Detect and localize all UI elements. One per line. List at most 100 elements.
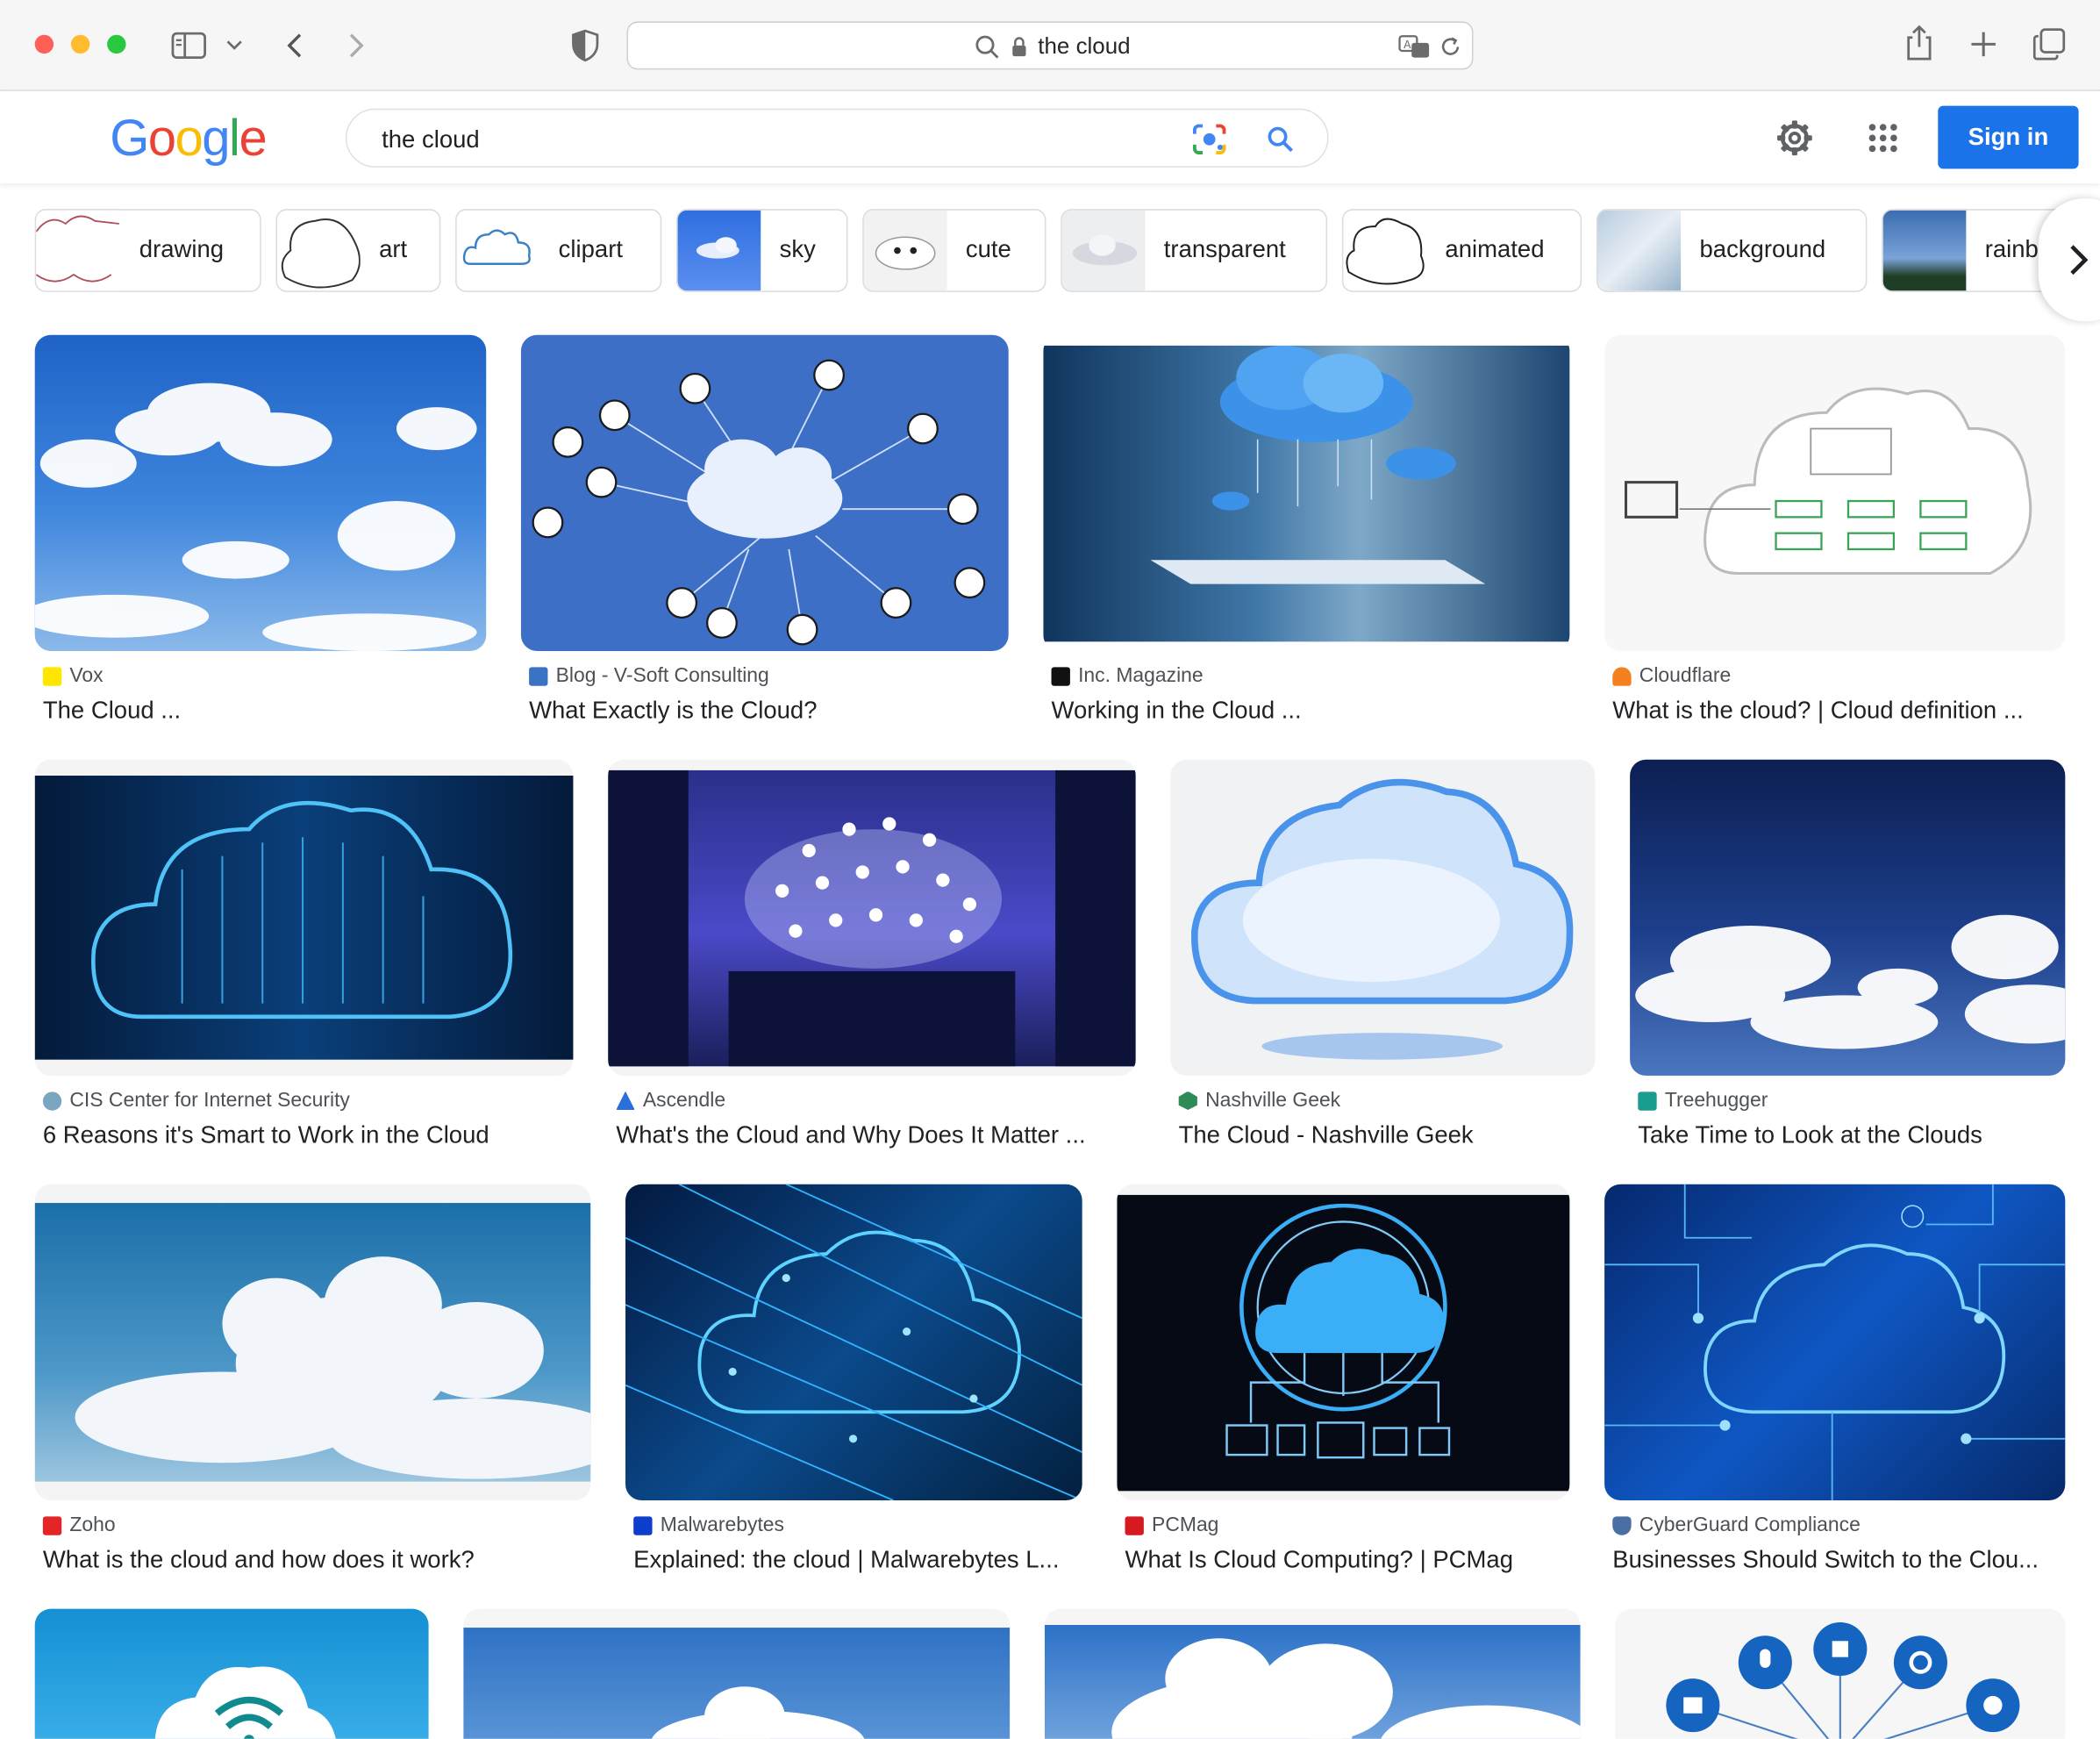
logo-letter: l <box>229 111 240 168</box>
new-tab-icon[interactable] <box>1966 27 2001 62</box>
search-icon[interactable] <box>1263 122 1298 157</box>
lens-icon[interactable] <box>1190 122 1228 157</box>
reload-icon[interactable] <box>1437 33 1464 61</box>
search-input[interactable] <box>382 123 1159 156</box>
settings-gear-icon[interactable] <box>1773 117 1816 160</box>
result-title[interactable]: The Cloud - Nashville Geek <box>1179 1121 1596 1149</box>
chip-label: sky <box>779 235 816 263</box>
logo-letter: o <box>147 111 176 168</box>
browser-toolbar: the cloud A <box>0 0 2100 91</box>
result-image[interactable] <box>1604 1184 2066 1501</box>
svg-text:A: A <box>1404 39 1411 51</box>
result-title[interactable]: What is the cloud and how does it work? <box>43 1546 592 1574</box>
chip-background[interactable]: background <box>1596 209 1868 292</box>
chip-thumbnail <box>1061 210 1146 291</box>
source-favicon <box>633 1515 653 1535</box>
apps-grid-icon[interactable] <box>1864 119 1902 157</box>
result-source: PCMag <box>1125 1514 1219 1537</box>
result-image[interactable] <box>34 334 487 652</box>
source-favicon <box>1612 1515 1632 1535</box>
source-name: Nashville Geek <box>1205 1089 1341 1113</box>
google-logo[interactable]: Google <box>110 111 268 169</box>
result-title[interactable]: The Cloud ... <box>43 697 485 725</box>
sidebar-icon[interactable] <box>168 27 209 65</box>
result-image[interactable] <box>34 759 574 1077</box>
translate-icon[interactable]: A <box>1396 33 1432 61</box>
tab-overview-icon[interactable] <box>2031 25 2068 63</box>
source-name: Vox <box>69 664 104 688</box>
result-title[interactable]: What Exactly is the Cloud? <box>529 697 1004 725</box>
result-image[interactable] <box>1630 759 2066 1077</box>
chip-clipart[interactable]: clipart <box>455 209 662 292</box>
search-icon <box>974 33 1001 61</box>
result-source: Nashville Geek <box>1178 1089 1341 1113</box>
result-image[interactable] <box>1043 334 1570 652</box>
source-favicon <box>616 1091 635 1110</box>
chip-label: clipart <box>558 235 623 263</box>
result-source: Malwarebytes <box>633 1514 784 1536</box>
source-name: PCMag <box>1152 1514 1219 1537</box>
result-image[interactable] <box>1044 1608 1581 1739</box>
source-name: CIS Center for Internet Security <box>69 1089 350 1113</box>
source-favicon <box>529 666 548 685</box>
result-image[interactable] <box>1170 759 1596 1077</box>
chevron-down-icon[interactable] <box>222 32 246 60</box>
source-name: CyberGuard Compliance <box>1639 1514 1861 1537</box>
result-image[interactable] <box>520 334 1009 652</box>
chip-thumbnail <box>36 210 119 291</box>
result-image[interactable] <box>1615 1608 2066 1739</box>
chip-label: art <box>379 235 408 263</box>
result-source: Ascendle <box>616 1089 725 1112</box>
source-name: Cloudflare <box>1639 664 1732 688</box>
zoom-window-button[interactable] <box>107 34 126 54</box>
result-image[interactable] <box>625 1184 1082 1501</box>
back-icon[interactable] <box>279 27 311 65</box>
chip-label: animated <box>1445 235 1545 263</box>
chip-cute[interactable]: cute <box>862 209 1046 292</box>
chips-next-button[interactable] <box>2038 197 2100 322</box>
result-image[interactable] <box>34 1184 591 1501</box>
chip-art[interactable]: art <box>275 209 441 292</box>
result-title[interactable]: What Is Cloud Computing? | PCMag <box>1125 1546 1568 1574</box>
sign-in-button[interactable]: Sign in <box>1938 105 2079 169</box>
result-image[interactable] <box>1604 334 2066 652</box>
share-icon[interactable] <box>1902 21 1937 64</box>
address-bar[interactable]: the cloud A <box>626 21 1474 70</box>
chip-animated[interactable]: animated <box>1341 209 1582 292</box>
result-title[interactable]: Explained: the cloud | Malwarebytes L... <box>633 1546 1082 1574</box>
source-favicon <box>42 666 62 685</box>
result-image[interactable] <box>608 759 1136 1077</box>
image-content <box>34 776 574 1060</box>
logo-letter: G <box>110 111 149 168</box>
result-title[interactable]: Take Time to Look at the Clouds <box>1638 1121 2067 1149</box>
result-title[interactable]: What is the cloud? | Cloud definition ..… <box>1612 697 2068 725</box>
privacy-shield-icon[interactable] <box>568 27 603 65</box>
result-title[interactable]: 6 Reasons it's Smart to Work in the Clou… <box>43 1121 579 1149</box>
chip-label: background <box>1699 235 1826 263</box>
source-name: Blog - V-Soft Consulting <box>555 664 769 688</box>
source-favicon <box>42 1515 62 1535</box>
chip-sky[interactable]: sky <box>676 209 848 292</box>
image-content <box>608 769 1136 1067</box>
result-image[interactable] <box>463 1608 1011 1739</box>
logo-letter: e <box>239 111 267 168</box>
minimize-window-button[interactable] <box>70 34 90 54</box>
forward-icon[interactable] <box>340 27 373 65</box>
result-image[interactable] <box>1117 1184 1570 1501</box>
source-name: Treehugger <box>1664 1089 1768 1113</box>
search-box <box>345 108 1329 168</box>
source-name: Ascendle <box>642 1089 726 1113</box>
source-name: Inc. Magazine <box>1078 664 1204 688</box>
result-title[interactable]: What's the Cloud and Why Does It Matter … <box>616 1121 1138 1149</box>
result-title[interactable]: Businesses Should Switch to the Clou... <box>1612 1546 2062 1574</box>
close-window-button[interactable] <box>34 34 54 54</box>
result-image[interactable] <box>34 1608 429 1739</box>
result-source: CyberGuard Compliance <box>1612 1514 1861 1536</box>
chip-drawing[interactable]: drawing <box>34 209 261 292</box>
result-title[interactable]: Working in the Cloud ... <box>1052 697 1574 725</box>
source-favicon <box>1051 666 1070 685</box>
chip-transparent[interactable]: transparent <box>1061 209 1328 292</box>
result-source: Inc. Magazine <box>1051 664 1204 688</box>
image-content <box>1043 345 1570 642</box>
lock-icon <box>1009 35 1030 59</box>
